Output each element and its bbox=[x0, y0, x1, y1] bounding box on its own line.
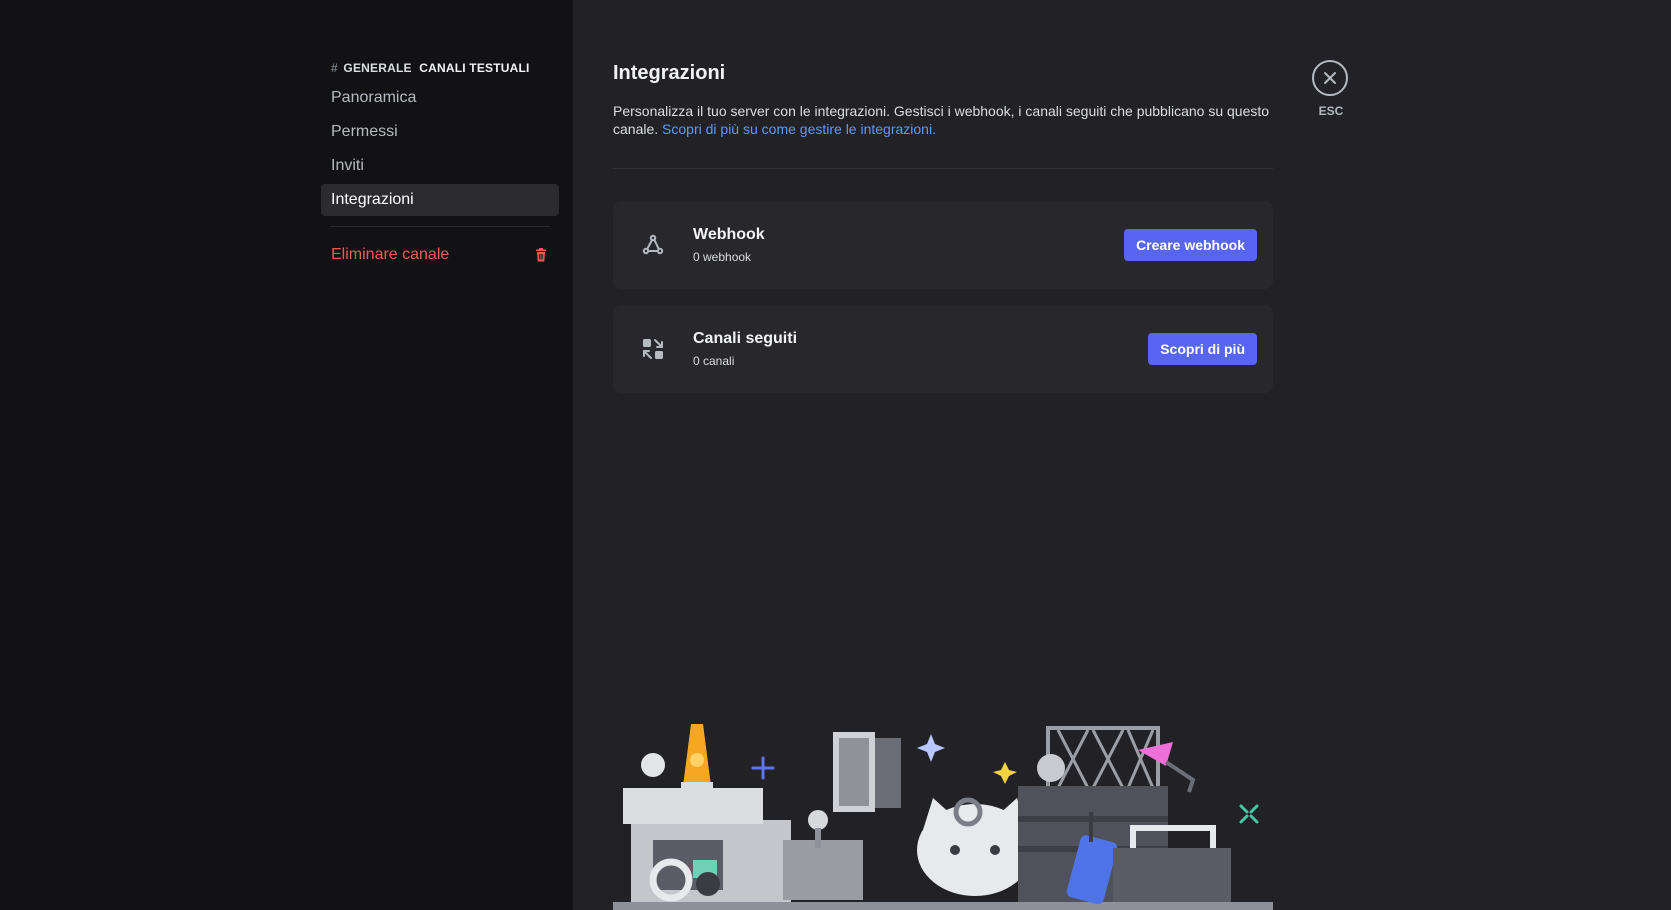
close-settings: ESC bbox=[1312, 60, 1350, 118]
sidebar-item-label: Permessi bbox=[331, 123, 398, 140]
integrations-panel: Integrazioni Personalizza il tuo server … bbox=[613, 60, 1273, 409]
esc-label: ESC bbox=[1318, 104, 1344, 118]
sidebar-divider bbox=[331, 226, 549, 227]
category-name: CANALI TESTUALI bbox=[419, 61, 530, 75]
page-description: Personalizza il tuo server con le integr… bbox=[613, 102, 1273, 138]
delete-channel-button[interactable]: Eliminare canale bbox=[321, 239, 559, 271]
followed-channels-title: Canali seguiti bbox=[693, 330, 798, 347]
page-title: Integrazioni bbox=[613, 62, 726, 84]
webhook-count: 0 webhook bbox=[693, 250, 752, 264]
webhook-card: Webhook 0 webhook Creare webhook bbox=[613, 201, 1273, 289]
followed-channels-icon bbox=[637, 333, 669, 365]
sidebar-item-label: Panoramica bbox=[331, 89, 417, 106]
learn-more-link[interactable]: Scopri di più su come gestire le integra… bbox=[662, 121, 936, 137]
settings-sidebar: # GENERALE CANALI TESTUALI Panoramica Pe… bbox=[0, 0, 573, 910]
sidebar-item-label: Integrazioni bbox=[331, 191, 414, 208]
followed-channels-count: 0 canali bbox=[693, 354, 735, 368]
sidebar-nav: # GENERALE CANALI TESTUALI Panoramica Pe… bbox=[321, 60, 559, 273]
webhook-icon bbox=[637, 229, 669, 261]
delete-channel-label: Eliminare canale bbox=[331, 246, 450, 263]
workshop-illustration bbox=[613, 724, 1273, 910]
learn-more-button[interactable]: Scopri di più bbox=[1148, 333, 1257, 365]
webhook-title: Webhook bbox=[693, 226, 765, 243]
trash-icon bbox=[536, 248, 546, 262]
followed-channels-card: Canali seguiti 0 canali Scopri di più bbox=[613, 305, 1273, 393]
create-webhook-button[interactable]: Creare webhook bbox=[1124, 229, 1257, 261]
close-icon bbox=[1324, 72, 1336, 84]
close-button[interactable] bbox=[1312, 60, 1348, 96]
section-divider bbox=[613, 168, 1273, 169]
channel-name: GENERALE bbox=[343, 61, 412, 75]
sidebar-item-panoramica[interactable]: Panoramica bbox=[321, 82, 559, 114]
sidebar-item-integrazioni[interactable]: Integrazioni bbox=[321, 184, 559, 216]
sidebar-item-label: Inviti bbox=[331, 157, 364, 174]
sidebar-item-permessi[interactable]: Permessi bbox=[321, 116, 559, 148]
hash-icon: # bbox=[331, 61, 338, 75]
sidebar-item-inviti[interactable]: Inviti bbox=[321, 150, 559, 182]
sidebar-header: # GENERALE CANALI TESTUALI bbox=[321, 60, 559, 76]
